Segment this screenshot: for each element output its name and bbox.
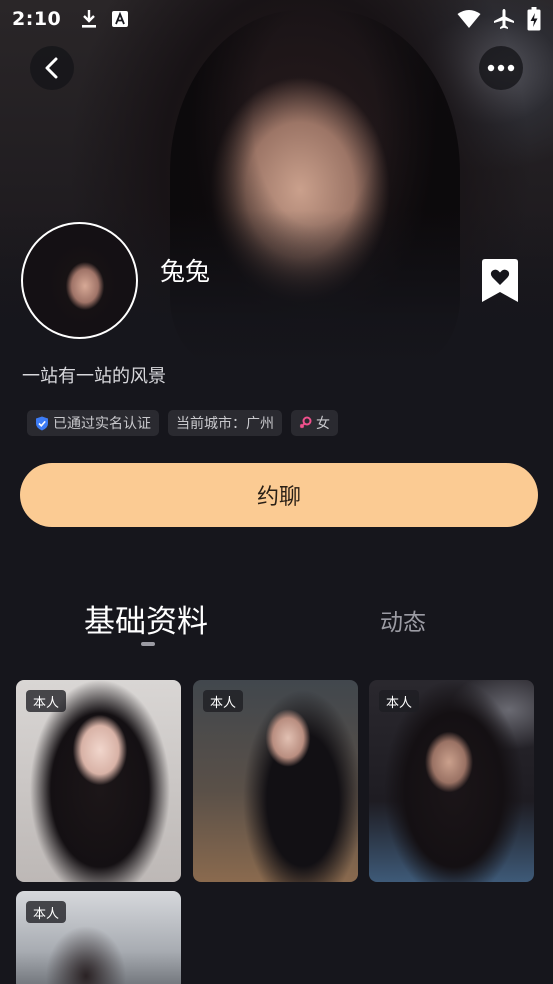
photo-thumbnail[interactable]: 本人 <box>193 680 358 882</box>
tag-verified-label: 已通过实名认证 <box>53 416 151 432</box>
photo-badge: 本人 <box>26 901 67 923</box>
tag-city-label: 当前城市：广州 <box>176 416 274 432</box>
favorite-button[interactable] <box>479 258 521 304</box>
wifi-icon <box>457 10 481 28</box>
profile-tags: 已通过实名认证 当前城市：广州 女 <box>27 410 338 436</box>
more-dots-icon <box>487 64 515 72</box>
verified-shield-icon <box>36 416 48 430</box>
airplane-icon <box>494 9 514 29</box>
battery-charging-icon <box>527 7 541 31</box>
heart-bookmark-icon <box>482 259 518 302</box>
profile-bio: 一站有一站的风景 <box>22 366 166 387</box>
photo-badge: 本人 <box>203 690 244 712</box>
chevron-left-icon <box>45 57 58 79</box>
female-icon <box>299 416 312 429</box>
profile-nickname: 兔兔 <box>160 257 211 286</box>
back-button[interactable] <box>30 46 74 90</box>
tag-gender-label: 女 <box>316 416 330 432</box>
photo-thumbnail[interactable]: 本人 <box>16 680 181 882</box>
tab-basic-info[interactable]: 基础资料 <box>84 596 208 641</box>
photo-badge: 本人 <box>26 690 67 712</box>
download-icon <box>82 10 97 28</box>
tab-indicator <box>141 642 155 646</box>
status-time: 2:10 <box>12 8 62 30</box>
status-bar: 2:10 <box>0 0 553 38</box>
text-a-icon <box>112 11 129 27</box>
tag-city: 当前城市：广州 <box>168 410 282 436</box>
chat-button[interactable]: 约聊 <box>20 463 538 527</box>
photo-thumbnail[interactable]: 本人 <box>369 680 534 882</box>
photo-thumbnail[interactable]: 本人 <box>16 891 181 984</box>
tab-moments[interactable]: 动态 <box>380 603 426 637</box>
avatar[interactable] <box>21 222 138 339</box>
tag-gender: 女 <box>291 410 338 436</box>
photo-badge: 本人 <box>379 690 420 712</box>
tag-verified: 已通过实名认证 <box>27 410 159 436</box>
more-button[interactable] <box>479 46 523 90</box>
